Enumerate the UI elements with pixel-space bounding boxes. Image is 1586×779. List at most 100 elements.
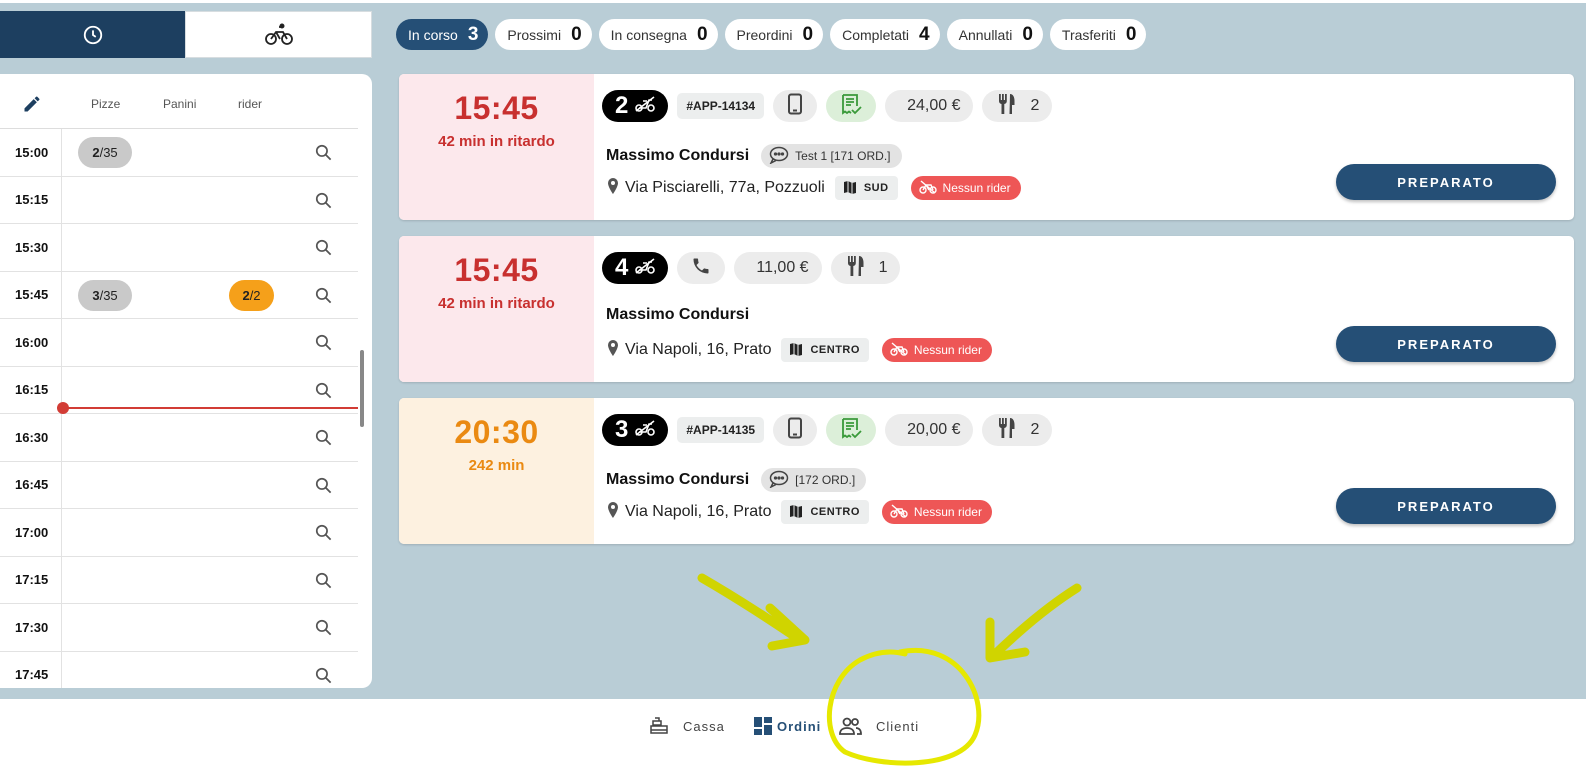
search-icon[interactable]: [314, 571, 333, 595]
smartphone-icon: [787, 93, 803, 120]
order-chips: 2 #APP-14134 24,00 € 2: [602, 90, 1053, 122]
column-rider: rider: [238, 97, 263, 111]
order-note: Test 1 [171 ORD.]: [795, 149, 891, 163]
order-card[interactable]: 15:45 42 min in ritardo 4 11,00 € 1 Massimo C…: [399, 236, 1574, 382]
search-icon[interactable]: [314, 238, 333, 262]
schedule-panel: Pizze Panini rider 15:00 2/35 15:15 15:30 15…: [0, 74, 372, 688]
dashboard-icon: [754, 717, 772, 735]
schedule-row[interactable]: 17:00: [0, 509, 358, 557]
rider-status: Nessun rider: [913, 505, 982, 519]
filter-label: In corso: [408, 26, 458, 43]
covers-count: 2: [1030, 421, 1040, 438]
pizze-capacity: /35: [99, 145, 118, 160]
rider-status-chip[interactable]: Nessun rider: [881, 500, 992, 524]
pizze-count: 3: [92, 287, 100, 303]
schedule-row[interactable]: 15:00 2/35: [0, 129, 358, 177]
order-channel-chip: [773, 90, 818, 122]
slot-time: 17:15: [0, 556, 62, 603]
order-card[interactable]: 20:30 242 min 3 #APP-14135 20,00 € 2 Massimo C…: [399, 398, 1574, 544]
zone-chip: CENTRO: [781, 338, 869, 362]
schedule-row[interactable]: 15:30: [0, 224, 358, 272]
location-pin-icon: [607, 177, 619, 199]
schedule-row[interactable]: 15:15: [0, 176, 358, 224]
schedule-row[interactable]: 16:30: [0, 414, 358, 462]
nav-clienti[interactable]: Clienti: [838, 716, 919, 736]
customer-line: Massimo Condursi [172 ORD.]: [606, 468, 867, 492]
schedule-row[interactable]: 16:00: [0, 319, 358, 367]
bicycle-icon: [264, 22, 293, 45]
search-icon[interactable]: [314, 666, 333, 689]
covers-chip: 2: [982, 90, 1053, 122]
search-icon[interactable]: [314, 618, 333, 642]
filter-pill-preordini[interactable]: Preordini 0: [724, 19, 824, 50]
order-time: 20:30: [454, 414, 539, 450]
slot-time: 16:45: [0, 461, 62, 508]
order-number: 3: [615, 416, 629, 443]
rider-status: Nessun rider: [942, 181, 1011, 195]
order-number-chip: 4: [602, 252, 669, 284]
schedule-row[interactable]: 17:15: [0, 556, 358, 604]
pizze-capacity-badge: 2/35: [78, 137, 132, 168]
filter-label: In consegna: [610, 26, 687, 43]
schedule-scrollbar[interactable]: [360, 350, 364, 427]
search-icon[interactable]: [314, 286, 333, 310]
preparato-button[interactable]: PREPARATO: [1336, 164, 1556, 200]
no-rider-icon: [918, 179, 937, 197]
schedule-row[interactable]: 15:45 3/35 2/2: [0, 271, 358, 319]
search-icon[interactable]: [314, 381, 333, 405]
rider-status-chip[interactable]: Nessun rider: [910, 176, 1021, 200]
no-rider-icon: [890, 341, 908, 359]
filter-pill-prossimi[interactable]: Prossimi 0: [495, 19, 592, 50]
filter-label: Preordini: [736, 26, 793, 43]
filter-pill-in-corso[interactable]: In corso 3: [396, 19, 489, 50]
map-icon: [843, 180, 857, 197]
slot-time: 17:30: [0, 604, 62, 651]
customer-name[interactable]: Massimo Condursi: [606, 306, 749, 324]
preparato-button[interactable]: PREPARATO: [1336, 488, 1556, 524]
filter-count: 0: [571, 23, 582, 45]
schedule-row[interactable]: 16:45: [0, 461, 358, 509]
pizze-capacity: /35: [99, 287, 118, 303]
filter-pill-completati[interactable]: Completati 4: [830, 19, 940, 50]
nav-cassa[interactable]: Cassa: [649, 716, 725, 736]
customer-line: Massimo Condursi: [606, 306, 749, 324]
pencil-icon[interactable]: [22, 94, 42, 114]
cutlery-icon: [996, 417, 1018, 444]
chat-icon: [769, 470, 789, 491]
rider-status: Nessun rider: [913, 343, 982, 357]
rider-capacity-badge: 2/2: [229, 279, 274, 311]
preparato-button[interactable]: PREPARATO: [1336, 326, 1556, 362]
rider-status-chip[interactable]: Nessun rider: [881, 338, 992, 362]
column-pizze: Pizze: [91, 97, 121, 111]
bottom-nav: Cassa Ordini Clienti: [0, 699, 1586, 779]
schedule-row[interactable]: 17:30: [0, 604, 358, 652]
filter-pill-in-consegna[interactable]: In consegna 0: [598, 19, 718, 50]
search-icon[interactable]: [314, 523, 333, 547]
schedule-row[interactable]: 17:45: [0, 651, 358, 689]
search-icon[interactable]: [314, 428, 333, 452]
receipt-check-icon: [840, 93, 862, 120]
filter-pill-annullati[interactable]: Annullati 0: [946, 19, 1043, 50]
order-total: 11,00 €: [734, 252, 822, 284]
order-chips: 3 #APP-14135 20,00 € 2: [602, 414, 1053, 446]
zone-name: CENTRO: [810, 344, 860, 356]
customer-name[interactable]: Massimo Condursi: [606, 147, 749, 165]
current-time-dot: [57, 402, 69, 414]
customer-name[interactable]: Massimo Condursi: [606, 471, 749, 489]
current-time-line: [62, 407, 358, 409]
search-icon[interactable]: [314, 476, 333, 500]
receipt-chip: [826, 90, 877, 122]
rider-capacity: /2: [249, 287, 261, 303]
search-icon[interactable]: [314, 333, 333, 357]
no-delivery-icon: [634, 95, 656, 118]
delivery-address: Via Pisciarelli, 77a, Pozzuoli: [625, 179, 825, 196]
tab-riders[interactable]: [185, 11, 372, 58]
nav-ordini[interactable]: Ordini: [753, 716, 821, 736]
tab-timeline[interactable]: [0, 11, 185, 58]
filter-label: Prossimi: [507, 26, 562, 43]
order-card[interactable]: 15:45 42 min in ritardo 2 #APP-14134 24,00 €…: [399, 74, 1574, 220]
people-icon: [839, 717, 862, 735]
filter-pill-trasferiti[interactable]: Trasferiti 0: [1049, 19, 1147, 50]
search-icon[interactable]: [314, 143, 333, 167]
search-icon[interactable]: [314, 191, 333, 215]
